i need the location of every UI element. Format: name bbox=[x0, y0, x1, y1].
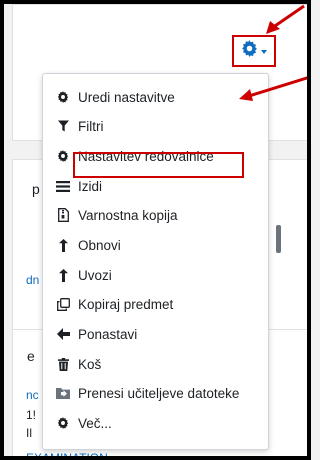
folder-download-icon bbox=[56, 386, 70, 400]
menu-item-recycle-bin[interactable]: Koš bbox=[43, 350, 268, 378]
menu-item-label: Več... bbox=[78, 415, 112, 431]
menu-item-download-teacher-files[interactable]: Prenesi učiteljeve datoteke bbox=[43, 379, 268, 407]
menu-item-label: Uredi nastavitve bbox=[78, 89, 175, 105]
background-text: Il bbox=[26, 426, 32, 440]
arrow-left-icon bbox=[56, 327, 70, 341]
caret-down-icon bbox=[261, 50, 267, 54]
background-text: p bbox=[32, 181, 40, 197]
menu-item-label: Nastavitev redovalnice bbox=[78, 148, 214, 164]
menu-item-filters[interactable]: Filtri bbox=[43, 112, 268, 140]
filter-icon bbox=[56, 119, 70, 133]
menu-item-restore[interactable]: Obnovi bbox=[43, 231, 268, 259]
menu-item-edit-settings[interactable]: Uredi nastavitve bbox=[43, 83, 268, 111]
menu-item-label: Obnovi bbox=[78, 237, 121, 253]
course-actions-menu: Uredi nastavitve Filtri Nastavitev redov… bbox=[42, 73, 269, 450]
list-icon bbox=[56, 179, 70, 193]
menu-item-label: Izidi bbox=[78, 178, 103, 194]
menu-item-gradebook-setup[interactable]: Nastavitev redovalnice bbox=[43, 142, 268, 170]
menu-item-label: Ponastavi bbox=[78, 326, 138, 342]
menu-item-label: Uvozi bbox=[78, 267, 112, 283]
level-up-icon bbox=[56, 238, 70, 252]
menu-item-backup[interactable]: Varnostna kopija bbox=[43, 201, 268, 229]
menu-item-label: Prenesi učiteljeve datoteke bbox=[78, 385, 240, 401]
menu-item-outcomes[interactable]: Izidi bbox=[43, 172, 268, 200]
copy-icon bbox=[56, 297, 70, 311]
course-actions-menu-toggle[interactable] bbox=[232, 35, 276, 67]
background-link: EXAMINATION bbox=[26, 451, 108, 460]
menu-item-label: Varnostna kopija bbox=[78, 207, 178, 223]
background-text: e bbox=[27, 348, 35, 364]
gear-icon bbox=[56, 416, 70, 430]
background-link: nc bbox=[26, 388, 39, 402]
background-text: 1! bbox=[26, 408, 37, 422]
menu-item-label: Kopiraj predmet bbox=[78, 296, 174, 312]
file-archive-icon bbox=[56, 208, 70, 222]
menu-item-label: Filtri bbox=[78, 118, 104, 134]
gear-icon bbox=[56, 149, 70, 163]
menu-item-import[interactable]: Uvozi bbox=[43, 261, 268, 289]
screenshot-frame: p dn e nc 1! Il EXAMINATION Uredi nastav… bbox=[0, 0, 311, 460]
menu-item-copy-course[interactable]: Kopiraj predmet bbox=[43, 290, 268, 318]
menu-item-reset[interactable]: Ponastavi bbox=[43, 320, 268, 348]
level-up-icon bbox=[56, 268, 70, 282]
gear-icon bbox=[56, 90, 70, 104]
gear-icon bbox=[241, 40, 258, 62]
menu-item-more[interactable]: Več... bbox=[43, 409, 268, 437]
menu-item-label: Koš bbox=[78, 356, 102, 372]
scroll-indicator bbox=[276, 225, 281, 253]
background-link: dn bbox=[26, 273, 40, 287]
trash-icon bbox=[56, 357, 70, 371]
